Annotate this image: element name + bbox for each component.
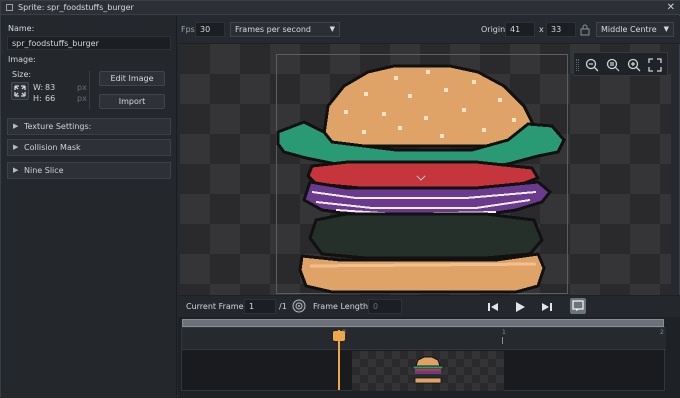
skip-forward-icon[interactable] [541,301,553,313]
chevron-right-icon: ▶ [13,143,19,151]
frame-length-label: Frame Length: [313,302,371,311]
size-label: Size: [12,70,32,79]
drag-handle-icon[interactable] [576,59,579,71]
resize-button[interactable] [11,82,29,100]
origin-label: Origin [481,25,506,34]
frame-controls: Current Frame: 1 /1 Frame Length: 0 [178,295,680,317]
origin-preset-value: Middle Centre [601,25,657,34]
sprite-name-field[interactable]: spr_foodstuffs_burger [7,36,171,50]
skip-back-icon[interactable] [487,301,499,313]
frame-length-input[interactable]: 0 [368,299,402,314]
divider [89,71,90,109]
zoom-reset-icon[interactable] [605,57,621,73]
timeline-scrollbar[interactable] [182,319,664,327]
current-frame-label: Current Frame: [186,302,247,311]
origin-separator: x [539,25,544,34]
title-bar: Sprite: spr_foodstuffs_burger ✕ [1,1,680,15]
collision-mask-section[interactable]: ▶ Collision Mask [7,139,171,156]
height-label: H: [33,94,42,103]
fps-mode-value: Frames per second [235,25,311,34]
timeline-ruler: 0 1 2 [182,328,666,350]
section-label: Nine Slice [24,166,64,175]
frame-thumbnail[interactable] [352,351,504,391]
sprite-toolbar: Fps 30 Frames per second ▼ Origin 41 x 3… [178,16,680,44]
tick-label: 1 [502,329,506,336]
sprite-editor-window: Sprite: spr_foodstuffs_burger ✕ Name: sp… [0,0,680,398]
width-label: W: [33,83,44,92]
frame-thumbnail-image [412,356,444,384]
name-label: Name: [8,24,35,33]
edit-image-button[interactable]: Edit Image [99,71,165,86]
preview-icon [572,300,584,311]
burger-sprite [276,64,566,294]
chevron-down-icon: ▼ [663,25,669,33]
origin-preset-select[interactable]: Middle Centre ▼ [596,22,674,37]
resize-icon [14,85,26,97]
zoom-out-icon[interactable] [584,57,600,73]
image-label: Image: [8,55,36,64]
preview-toggle-button[interactable] [570,298,586,314]
origin-x-input[interactable]: 41 [505,22,535,37]
height-unit: px [77,94,87,103]
origin-y-input[interactable]: 33 [546,22,576,37]
playhead[interactable] [338,330,340,390]
timeline: 0 1 2 [178,317,680,398]
window-title: Sprite: spr_foodstuffs_burger [18,3,134,12]
fps-mode-select[interactable]: Frames per second ▼ [230,22,340,37]
properties-panel: Name: spr_foodstuffs_burger Image: Size:… [1,16,177,398]
nine-slice-section[interactable]: ▶ Nine Slice [7,162,171,179]
import-button[interactable]: Import [99,94,165,109]
tick-label: 2 [660,329,664,336]
lock-icon[interactable] [580,24,590,36]
zoom-toolbar [573,52,668,76]
section-label: Texture Settings: [24,122,92,131]
play-icon[interactable] [514,301,526,313]
window-icon [6,4,13,11]
current-frame-input[interactable]: 1 [244,299,276,314]
total-frames: /1 [279,302,287,311]
tick-mark [502,337,503,344]
onion-skin-icon[interactable] [292,299,306,313]
chevron-right-icon: ▶ [13,122,19,130]
chevron-down-icon: ▼ [329,25,335,33]
chevron-right-icon: ▶ [13,166,19,174]
texture-settings-section[interactable]: ▶ Texture Settings: [7,118,171,135]
sprite-canvas[interactable] [180,44,671,295]
section-label: Collision Mask [24,143,81,152]
close-icon[interactable]: ✕ [667,2,675,13]
timeline-track-area[interactable]: 0 1 2 [181,327,666,391]
height-value: 66 [45,94,56,103]
zoom-in-icon[interactable] [626,57,642,73]
fps-input[interactable]: 30 [195,22,225,37]
fps-label: Fps [181,25,195,34]
fullscreen-icon[interactable] [647,57,663,73]
width-value: 83 [45,83,56,92]
width-unit: px [77,83,87,92]
